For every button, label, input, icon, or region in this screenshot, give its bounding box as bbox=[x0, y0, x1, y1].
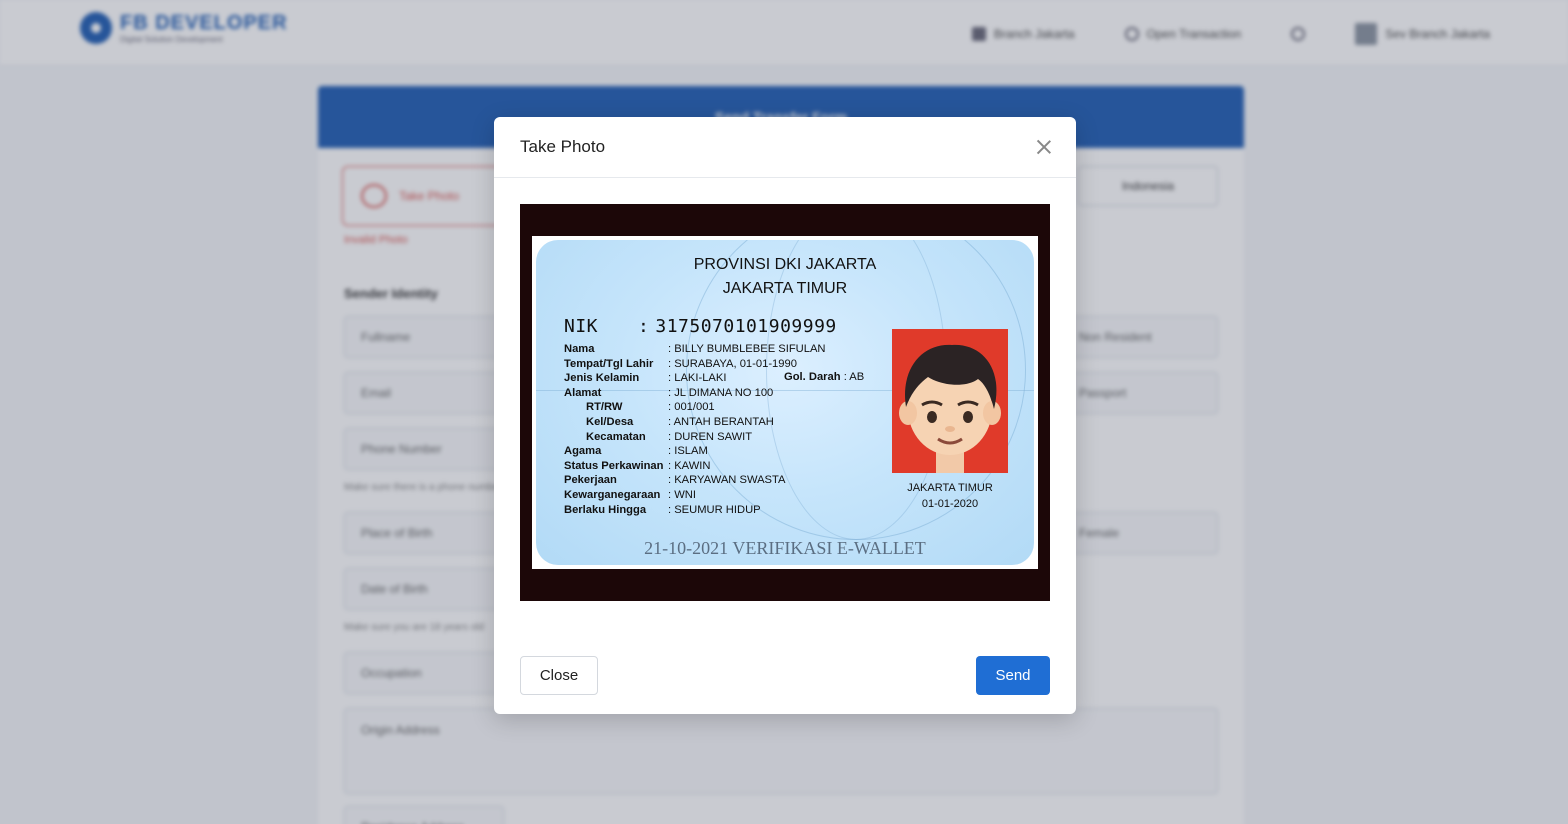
detail-label: Pekerjaan bbox=[564, 474, 617, 487]
detail-value: : BILLY BUMBLEBEE SIFULAN bbox=[668, 343, 826, 355]
detail-row: Alamat : JL DIMANA NO 100 bbox=[564, 386, 826, 401]
detail-row: RT/RW : 001/001 bbox=[564, 400, 826, 415]
nik-label: NIK bbox=[564, 316, 599, 337]
detail-label: Tempat/Tgl Lahir bbox=[564, 357, 654, 370]
detail-value: : SURABAYA, 01-01-1990 bbox=[668, 357, 797, 370]
detail-label: Kecamatan bbox=[586, 430, 646, 443]
detail-row: Status Perkawinan : KAWIN bbox=[564, 459, 826, 474]
detail-value: : SEUMUR HIDUP bbox=[668, 503, 761, 516]
detail-value: : LAKI-LAKI bbox=[668, 372, 727, 385]
detail-row: Kecamatan : DUREN SAWIT bbox=[564, 430, 826, 445]
detail-value: : KAWIN bbox=[668, 459, 711, 472]
verification-watermark: 21-10-2021 VERIFIKASI E-WALLET bbox=[644, 538, 926, 558]
blood-type: Gol. Darah : AB bbox=[784, 371, 864, 383]
detail-row: Agama : ISLAM bbox=[564, 444, 826, 459]
detail-value: : 001/001 bbox=[668, 401, 715, 414]
nik-value: 3175070101909999 bbox=[655, 316, 837, 337]
id-card-face: PROVINSI DKI JAKARTA JAKARTA TIMUR NIK:3… bbox=[536, 240, 1034, 565]
detail-label: RT/RW bbox=[586, 401, 623, 414]
detail-row: Berlaku Hingga : SEUMUR HIDUP bbox=[564, 503, 826, 518]
detail-label: Berlaku Hingga bbox=[564, 503, 647, 516]
id-card-image: PROVINSI DKI JAKARTA JAKARTA TIMUR NIK:3… bbox=[532, 236, 1038, 569]
modal-title: Take Photo bbox=[520, 137, 606, 156]
boy-face-icon bbox=[892, 329, 1008, 473]
detail-row: Tempat/Tgl Lahir : SURABAYA, 01-01-1990 bbox=[564, 357, 826, 372]
close-button[interactable]: Close bbox=[520, 656, 598, 695]
detail-label: Kewarganegaraan bbox=[564, 488, 661, 501]
captured-photo: PROVINSI DKI JAKARTA JAKARTA TIMUR NIK:3… bbox=[520, 204, 1050, 601]
id-card-city: JAKARTA TIMUR bbox=[722, 280, 848, 297]
detail-label: Alamat bbox=[564, 386, 602, 399]
detail-label: Agama bbox=[564, 445, 602, 458]
id-card-nik: NIK:3175070101909999 bbox=[564, 316, 837, 337]
detail-row: Pekerjaan : KARYAWAN SWASTA bbox=[564, 473, 826, 488]
detail-label: Jenis Kelamin bbox=[564, 372, 640, 385]
detail-value: : DUREN SAWIT bbox=[668, 430, 753, 443]
close-icon[interactable] bbox=[1034, 137, 1054, 157]
detail-value: : JL DIMANA NO 100 bbox=[668, 386, 774, 399]
blood-label: Gol. Darah bbox=[784, 371, 841, 383]
modal-header: Take Photo bbox=[494, 117, 1076, 178]
blood-value: : AB bbox=[843, 371, 865, 383]
detail-value: : KARYAWAN SWASTA bbox=[668, 474, 786, 487]
detail-value: : WNI bbox=[668, 488, 696, 501]
issue-date: 01-01-2020 bbox=[921, 498, 979, 510]
detail-value: : ANTAH BERANTAH bbox=[668, 415, 774, 428]
detail-row: Kewarganegaraan : WNI bbox=[564, 488, 826, 503]
issue-city: JAKARTA TIMUR bbox=[907, 482, 993, 494]
send-button[interactable]: Send bbox=[976, 656, 1050, 695]
detail-label: Kel/Desa bbox=[586, 415, 634, 428]
detail-label: Nama bbox=[564, 343, 595, 355]
detail-value: : ISLAM bbox=[668, 445, 708, 458]
take-photo-modal: Take Photo PROVINSI DKI JAKARTA JAKARTA … bbox=[494, 117, 1076, 714]
id-card-province: PROVINSI DKI JAKARTA bbox=[693, 256, 877, 273]
detail-row: Kel/Desa : ANTAH BERANTAH bbox=[564, 415, 826, 430]
id-photo-portrait bbox=[892, 329, 1008, 473]
detail-label: Status Perkawinan bbox=[564, 459, 664, 472]
id-card-details: Nama : BILLY BUMBLEBEE SIFULAN Tempat/Tgl… bbox=[564, 342, 826, 517]
detail-row: Nama : BILLY BUMBLEBEE SIFULAN bbox=[564, 342, 826, 357]
